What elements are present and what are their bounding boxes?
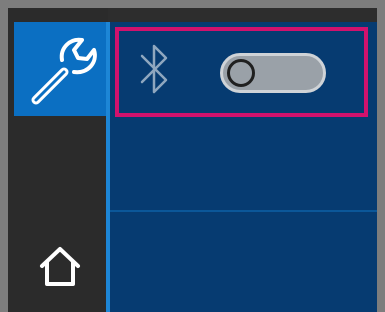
home-icon — [40, 247, 80, 286]
bluetooth-row-highlight — [115, 27, 368, 117]
sidebar-item-settings[interactable] — [14, 22, 106, 116]
sidebar-item-home[interactable] — [30, 236, 90, 296]
wrench-icon — [31, 37, 97, 105]
row-divider — [110, 210, 377, 212]
